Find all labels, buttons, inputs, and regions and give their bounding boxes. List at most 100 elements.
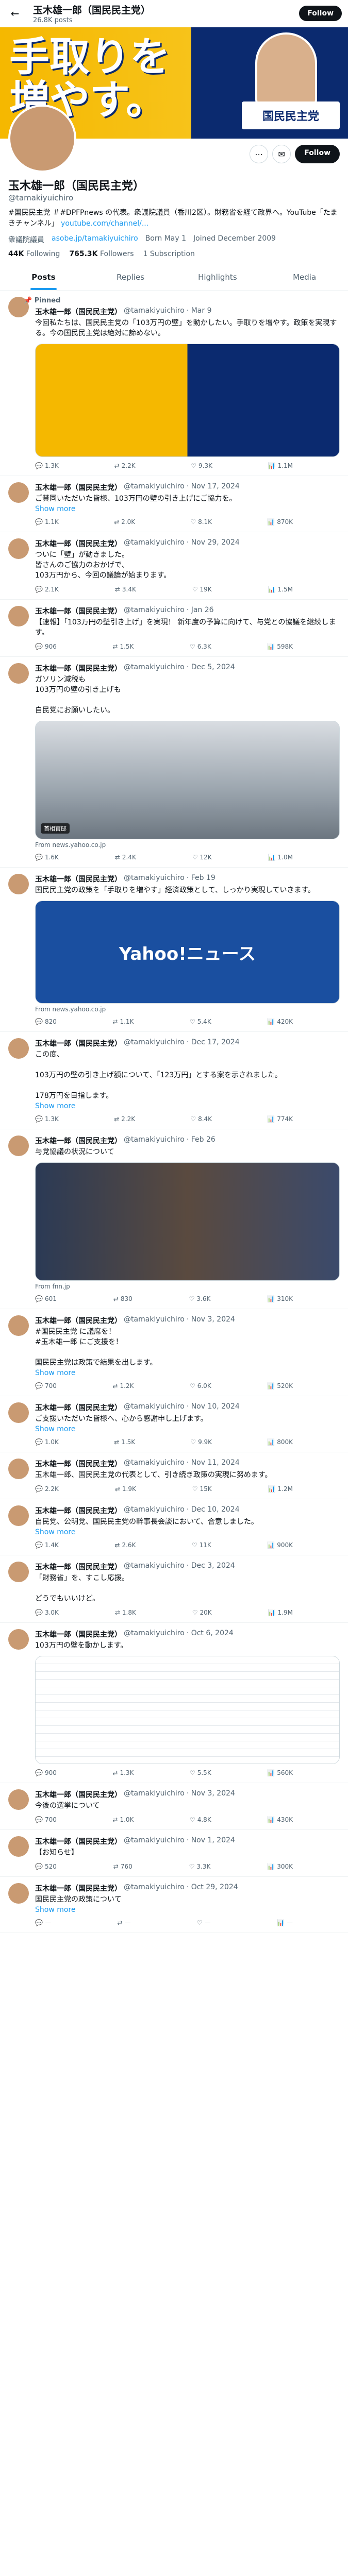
repost-button[interactable]: ⇄ 2.4K <box>115 854 136 861</box>
tweet-date[interactable]: · Nov 3, 2024 <box>187 1315 235 1326</box>
views-button[interactable]: 📊 310K <box>267 1295 293 1302</box>
tweet-media-image[interactable] <box>35 1162 340 1281</box>
like-button[interactable]: ♡ 5.5K <box>190 1769 211 1776</box>
tweet-date[interactable]: · Nov 11, 2024 <box>187 1459 240 1469</box>
reply-button[interactable]: 💬 2.2K <box>35 1485 59 1493</box>
tweet-date[interactable]: · Dec 3, 2024 <box>187 1562 235 1572</box>
tweet-avatar[interactable] <box>8 1038 29 1059</box>
tweet-date[interactable]: · Nov 10, 2024 <box>187 1402 240 1413</box>
tweet-author-name[interactable]: 玉木雄一郎（国民民主党） <box>35 482 122 493</box>
like-button[interactable]: ♡ 15K <box>192 1485 212 1493</box>
like-button[interactable]: ♡ 3.6K <box>189 1295 211 1302</box>
tweet[interactable]: 玉木雄一郎（国民民主党） @tamakiyuichiro · Nov 3, 2024… <box>0 1309 348 1396</box>
reply-button[interactable]: 💬 — <box>35 1919 51 1926</box>
tweet[interactable]: 玉木雄一郎（国民民主党） @tamakiyuichiro · Nov 29, 202… <box>0 532 348 600</box>
reply-button[interactable]: 💬 1.6K <box>35 854 59 861</box>
tweet[interactable]: 玉木雄一郎（国民民主党） @tamakiyuichiro · Oct 6, 2024… <box>0 1623 348 1783</box>
reply-button[interactable]: 💬 820 <box>35 1018 57 1025</box>
like-button[interactable]: ♡ 19K <box>192 586 212 593</box>
views-button[interactable]: 📊 1.1M <box>268 462 293 469</box>
views-button[interactable]: 📊 1.9M <box>268 1609 293 1616</box>
like-button[interactable]: ♡ 20K <box>192 1609 212 1616</box>
repost-button[interactable]: ⇄ 1.9K <box>115 1485 136 1493</box>
reply-button[interactable]: 💬 3.0K <box>35 1609 59 1616</box>
tweet-avatar[interactable] <box>8 1836 29 1857</box>
tweet-author-name[interactable]: 玉木雄一郎（国民民主党） <box>35 1789 122 1800</box>
tweet-author-name[interactable]: 玉木雄一郎（国民民主党） <box>35 1836 122 1846</box>
tweet-avatar[interactable] <box>8 1136 29 1156</box>
like-button[interactable]: ♡ — <box>197 1919 211 1926</box>
tweet-author-name[interactable]: 玉木雄一郎（国民民主党） <box>35 1629 122 1639</box>
tweet[interactable]: 玉木雄一郎（国民民主党） @tamakiyuichiro · Oct 29, 202… <box>0 1877 348 1933</box>
repost-button[interactable]: ⇄ 2.2K <box>114 1115 135 1123</box>
show-more-link[interactable]: Show more <box>35 1369 340 1377</box>
repost-button[interactable]: ⇄ 1.1K <box>112 1018 134 1025</box>
tweet-avatar[interactable] <box>8 606 29 626</box>
tweet-avatar[interactable] <box>8 1505 29 1526</box>
tweet-avatar[interactable] <box>8 874 29 894</box>
views-button[interactable]: 📊 774K <box>267 1115 293 1123</box>
reply-button[interactable]: 💬 1.4K <box>35 1541 59 1549</box>
reply-button[interactable]: 💬 2.1K <box>35 586 59 593</box>
like-button[interactable]: ♡ 5.4K <box>190 1018 211 1025</box>
tweet[interactable]: 玉木雄一郎（国民民主党） @tamakiyuichiro · Feb 19 国民民主党… <box>0 868 348 1032</box>
tweet[interactable]: 玉木雄一郎（国民民主党） @tamakiyuichiro · Nov 3, 2024… <box>0 1783 348 1830</box>
repost-button[interactable]: ⇄ 1.5K <box>112 643 134 650</box>
repost-button[interactable]: ⇄ 760 <box>113 1863 132 1870</box>
tweet-media-image[interactable]: Yahoo!ニュース <box>35 901 340 1004</box>
views-button[interactable]: 📊 1.0M <box>268 854 293 861</box>
follow-button-top[interactable]: Follow <box>299 6 342 21</box>
tweet-author-name[interactable]: 玉木雄一郎（国民民主党） <box>35 606 122 616</box>
bio-link[interactable]: youtube.com/channel/... <box>61 219 148 228</box>
tweet-date[interactable]: · Nov 17, 2024 <box>187 482 240 493</box>
tweet-author-name[interactable]: 玉木雄一郎（国民民主党） <box>35 1459 122 1469</box>
tweet[interactable]: 玉木雄一郎（国民民主党） @tamakiyuichiro · Nov 11, 202… <box>0 1452 348 1499</box>
show-more-link[interactable]: Show more <box>35 1906 340 1914</box>
tweet-avatar[interactable] <box>8 1629 29 1650</box>
reply-button[interactable]: 💬 900 <box>35 1769 57 1776</box>
follow-button[interactable]: Follow <box>295 145 340 163</box>
views-button[interactable]: 📊 430K <box>267 1816 293 1823</box>
tweet-date[interactable]: · Jan 26 <box>187 606 214 616</box>
repost-button[interactable]: ⇄ 1.2K <box>112 1382 134 1389</box>
tweet[interactable]: 玉木雄一郎（国民民主党） @tamakiyuichiro · Jan 26 【速報】「… <box>0 600 348 657</box>
tab-posts[interactable]: Posts <box>0 264 87 290</box>
tweet[interactable]: 玉木雄一郎（国民民主党） @tamakiyuichiro · Nov 1, 2024… <box>0 1830 348 1877</box>
tweet-avatar[interactable] <box>8 482 29 503</box>
tweet-author-name[interactable]: 玉木雄一郎（国民民主党） <box>35 538 122 549</box>
like-button[interactable]: ♡ 12K <box>192 854 212 861</box>
card-source[interactable]: From news.yahoo.co.jp <box>35 1006 340 1013</box>
reply-button[interactable]: 💬 1.0K <box>35 1438 59 1446</box>
views-button[interactable]: 📊 300K <box>267 1863 293 1870</box>
tweet-author-name[interactable]: 玉木雄一郎（国民民主党） <box>35 1883 122 1893</box>
tweet-date[interactable]: · Mar 9 <box>187 307 212 317</box>
like-button[interactable]: ♡ 6.0K <box>190 1382 211 1389</box>
tweet-author-name[interactable]: 玉木雄一郎（国民民主党） <box>35 663 122 673</box>
tab-media[interactable]: Media <box>261 264 348 290</box>
tweet-author-name[interactable]: 玉木雄一郎（国民民主党） <box>35 1505 122 1516</box>
like-button[interactable]: ♡ 8.1K <box>190 518 212 526</box>
reply-button[interactable]: 💬 520 <box>35 1863 57 1870</box>
card-source[interactable]: From news.yahoo.co.jp <box>35 841 340 849</box>
tweet-avatar[interactable] <box>8 1562 29 1582</box>
show-more-link[interactable]: Show more <box>35 1528 340 1536</box>
repost-button[interactable]: ⇄ 1.0K <box>112 1816 134 1823</box>
views-button[interactable]: 📊 — <box>277 1919 293 1926</box>
tweet-author-name[interactable]: 玉木雄一郎（国民民主党） <box>35 874 122 884</box>
views-button[interactable]: 📊 520K <box>267 1382 293 1389</box>
tweet[interactable]: 玉木雄一郎（国民民主党） @tamakiyuichiro · Dec 10, 202… <box>0 1499 348 1555</box>
tweet-date[interactable]: · Nov 3, 2024 <box>187 1789 235 1800</box>
tweet[interactable]: 玉木雄一郎（国民民主党） @tamakiyuichiro · Nov 17, 202… <box>0 476 348 532</box>
repost-button[interactable]: ⇄ 2.2K <box>114 462 136 469</box>
like-button[interactable]: ♡ 9.9K <box>190 1438 212 1446</box>
reply-button[interactable]: 💬 1.3K <box>35 462 59 469</box>
reply-button[interactable]: 💬 700 <box>35 1382 57 1389</box>
avatar[interactable] <box>8 105 76 173</box>
more-icon[interactable]: ⋯ <box>250 145 269 163</box>
views-button[interactable]: 📊 870K <box>267 518 293 526</box>
followers-stat[interactable]: 765.3K Followers <box>69 250 134 258</box>
tweet-date[interactable]: · Dec 10, 2024 <box>187 1505 240 1516</box>
like-button[interactable]: ♡ 9.3K <box>191 462 212 469</box>
website-link[interactable]: asobe.jp/tamakiyuichiro <box>52 234 138 245</box>
repost-button[interactable]: ⇄ 1.3K <box>112 1769 134 1776</box>
